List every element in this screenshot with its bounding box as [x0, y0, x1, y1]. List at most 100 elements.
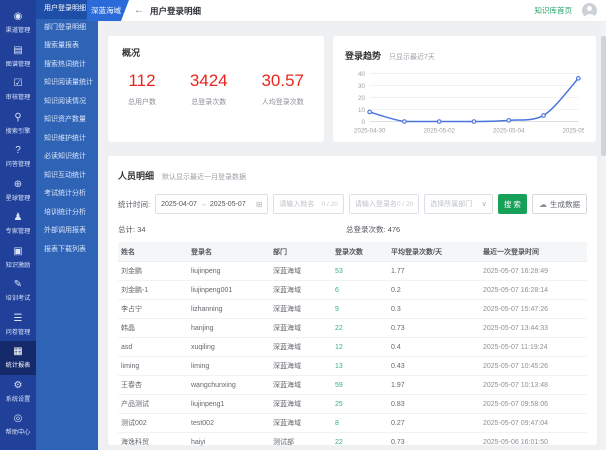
module-label: 问答管理: [6, 159, 31, 169]
cell-login: liming: [188, 357, 270, 376]
detail-card: 人员明细默认显示最近一月登录数据 统计时间: 2025-04-07 → 2025…: [108, 156, 597, 445]
sidebar-report-item[interactable]: 知识互动统计: [36, 167, 98, 186]
login-input[interactable]: 请输入登录名 0 / 20: [349, 194, 419, 214]
sidebar-module-item[interactable]: ⚲ 搜索引擎: [0, 107, 36, 141]
cell-name: asd: [118, 338, 188, 357]
avatar-head-icon: [587, 6, 592, 11]
cell-login-count[interactable]: 25: [332, 395, 388, 414]
sidebar-module-item[interactable]: ▣ 知识激励: [0, 241, 36, 275]
name-input[interactable]: 请输入姓名 0 / 20: [273, 194, 343, 214]
cell-name: 测试002: [118, 414, 188, 433]
cell-dept: 深蓝海域: [270, 262, 332, 281]
user-avatar[interactable]: [582, 3, 597, 18]
sidebar-report-item[interactable]: 知识维护统计: [36, 130, 98, 149]
audit-icon: ☑: [14, 78, 23, 90]
table-row: 刘金鹏 liujinpeng 深蓝海域 53 1.77 2025-05-07 1…: [118, 262, 587, 281]
sidebar-report-item[interactable]: 必读知识统计: [36, 148, 98, 167]
expert-icon: ♟: [14, 212, 23, 224]
sidebar-module-item[interactable]: ☰ 问卷管理: [0, 308, 36, 342]
cell-dept: 深蓝海域: [270, 357, 332, 376]
column-header[interactable]: 平均登录次数/天: [388, 242, 480, 262]
sidebar-report-item[interactable]: 培训统计分析: [36, 204, 98, 223]
cell-login: wangchunxing: [188, 376, 270, 395]
svg-text:20: 20: [358, 95, 365, 102]
login-char-counter: 0 / 20: [397, 201, 413, 208]
chevron-down-icon: ∨: [482, 200, 487, 208]
sidebar-module-item[interactable]: ▤ 图谱管理: [0, 40, 36, 74]
dept-select[interactable]: 选择所属部门 ∨: [424, 194, 493, 214]
module-label: 培训考试: [6, 293, 31, 303]
sidebar-report-item[interactable]: 部门登录明细: [36, 19, 98, 38]
cell-name: 刘金鹏-1: [118, 281, 188, 300]
column-header[interactable]: 登录次数: [332, 242, 388, 262]
sidebar-report-item[interactable]: 考试统计分析: [36, 185, 98, 204]
cell-name: 刘金鹏: [118, 262, 188, 281]
sidebar-module-item[interactable]: ◉ 渠道管理: [0, 6, 36, 40]
cell-name: 王春杏: [118, 376, 188, 395]
sidebar-module-item[interactable]: ⚙ 系统设置: [0, 375, 36, 409]
sidebar-module-item[interactable]: ✎ 培训考试: [0, 274, 36, 308]
cell-last-login-time: 2025-05-07 09:47:04: [480, 414, 587, 433]
stat-label: 总用户数: [128, 97, 156, 107]
report-icon: ▦: [13, 346, 22, 358]
cell-login-count[interactable]: 22: [332, 319, 388, 338]
sidebar-report-item[interactable]: 知识资产数量: [36, 111, 98, 130]
search-icon: ⚲: [14, 112, 21, 124]
search-button[interactable]: 搜 索: [498, 194, 527, 214]
table-row: 测试002 test002 深蓝海域 8 0.27 2025-05-07 09:…: [118, 414, 587, 433]
login-placeholder: 请输入登录名: [355, 199, 397, 209]
cell-login: xuqiling: [188, 338, 270, 357]
cell-dept: 深蓝海域: [270, 319, 332, 338]
sidebar-module-item[interactable]: ? 问答管理: [0, 140, 36, 174]
sidebar-module-item[interactable]: ▦ 统计报表: [0, 341, 36, 375]
page-title: 用户登录明细: [150, 5, 201, 17]
cell-login-count[interactable]: 53: [332, 262, 388, 281]
sidebar-report-item[interactable]: 知识阅读量统计: [36, 74, 98, 93]
cell-login-count[interactable]: 12: [332, 338, 388, 357]
cell-name: 韩晶: [118, 319, 188, 338]
dashboard-icon: ◉: [14, 11, 23, 23]
cell-login-count[interactable]: 8: [332, 414, 388, 433]
cell-login: lizhanning: [188, 300, 270, 319]
sidebar-report-item[interactable]: 外部调用报表: [36, 222, 98, 241]
sidebar-report-item[interactable]: 知识阅读情况: [36, 93, 98, 112]
kb-home-link[interactable]: 知识库首页: [535, 5, 573, 16]
sidebar-report-item[interactable]: 搜索热词统计: [36, 56, 98, 75]
filter-row: 统计时间: 2025-04-07 → 2025-05-07 ⊞ 请输入姓名 0 …: [118, 194, 587, 214]
cell-last-login-time: 2025-05-07 10:45:26: [480, 357, 587, 376]
trend-title: 登录趋势: [345, 51, 381, 61]
date-range-input[interactable]: 2025-04-07 → 2025-05-07 ⊞: [155, 194, 268, 214]
sidebar-module-item[interactable]: ⊕ 星球管理: [0, 174, 36, 208]
cell-avg-per-day: 0.4: [388, 338, 480, 357]
sidebar-module-item[interactable]: ♟ 专家管理: [0, 207, 36, 241]
cell-login-count[interactable]: 6: [332, 281, 388, 300]
generate-data-button[interactable]: ☁ 生成数据: [532, 194, 587, 214]
column-header[interactable]: 登录名: [188, 242, 270, 262]
gear-icon: ⚙: [14, 380, 23, 392]
date-end-value: 2025-05-07: [210, 201, 246, 208]
cell-login-count[interactable]: 13: [332, 357, 388, 376]
cell-last-login-time: 2025-05-07 11:19:24: [480, 338, 587, 357]
cell-login-count[interactable]: 22: [332, 433, 388, 450]
cell-name: 李占宁: [118, 300, 188, 319]
scrollbar-thumb[interactable]: [601, 36, 606, 156]
time-filter-label: 统计时间:: [118, 199, 150, 210]
table-row: 韩晶 hanjing 深蓝海域 22 0.73 2025-05-07 13:44…: [118, 319, 587, 338]
cell-name: liming: [118, 357, 188, 376]
cell-avg-per-day: 0.43: [388, 357, 480, 376]
table-row: 刘金鹏-1 liujinpeng001 深蓝海域 6 0.2 2025-05-0…: [118, 281, 587, 300]
sidebar-module-item[interactable]: ☑ 审核管理: [0, 73, 36, 107]
column-header[interactable]: 姓名: [118, 242, 188, 262]
column-header[interactable]: 最近一次登录时间: [480, 242, 587, 262]
sidebar-module-item[interactable]: ◎ 帮助中心: [0, 408, 36, 442]
sidebar-report-item[interactable]: 报表下载列表: [36, 241, 98, 260]
overview-stats: 112 总用户数 3424 总登录次数 30.57 人均登录次数: [122, 71, 310, 107]
cloud-icon: ☁: [539, 200, 547, 209]
main-content: 概况 112 总用户数 3424 总登录次数 30.57 人均登: [98, 22, 606, 450]
cell-login-count[interactable]: 9: [332, 300, 388, 319]
cell-login-count[interactable]: 59: [332, 376, 388, 395]
column-header[interactable]: 部门: [270, 242, 332, 262]
sidebar-report-item[interactable]: 搜索量报表: [36, 37, 98, 56]
back-arrow-icon[interactable]: ←: [134, 6, 144, 16]
help-icon: ◎: [14, 413, 23, 425]
